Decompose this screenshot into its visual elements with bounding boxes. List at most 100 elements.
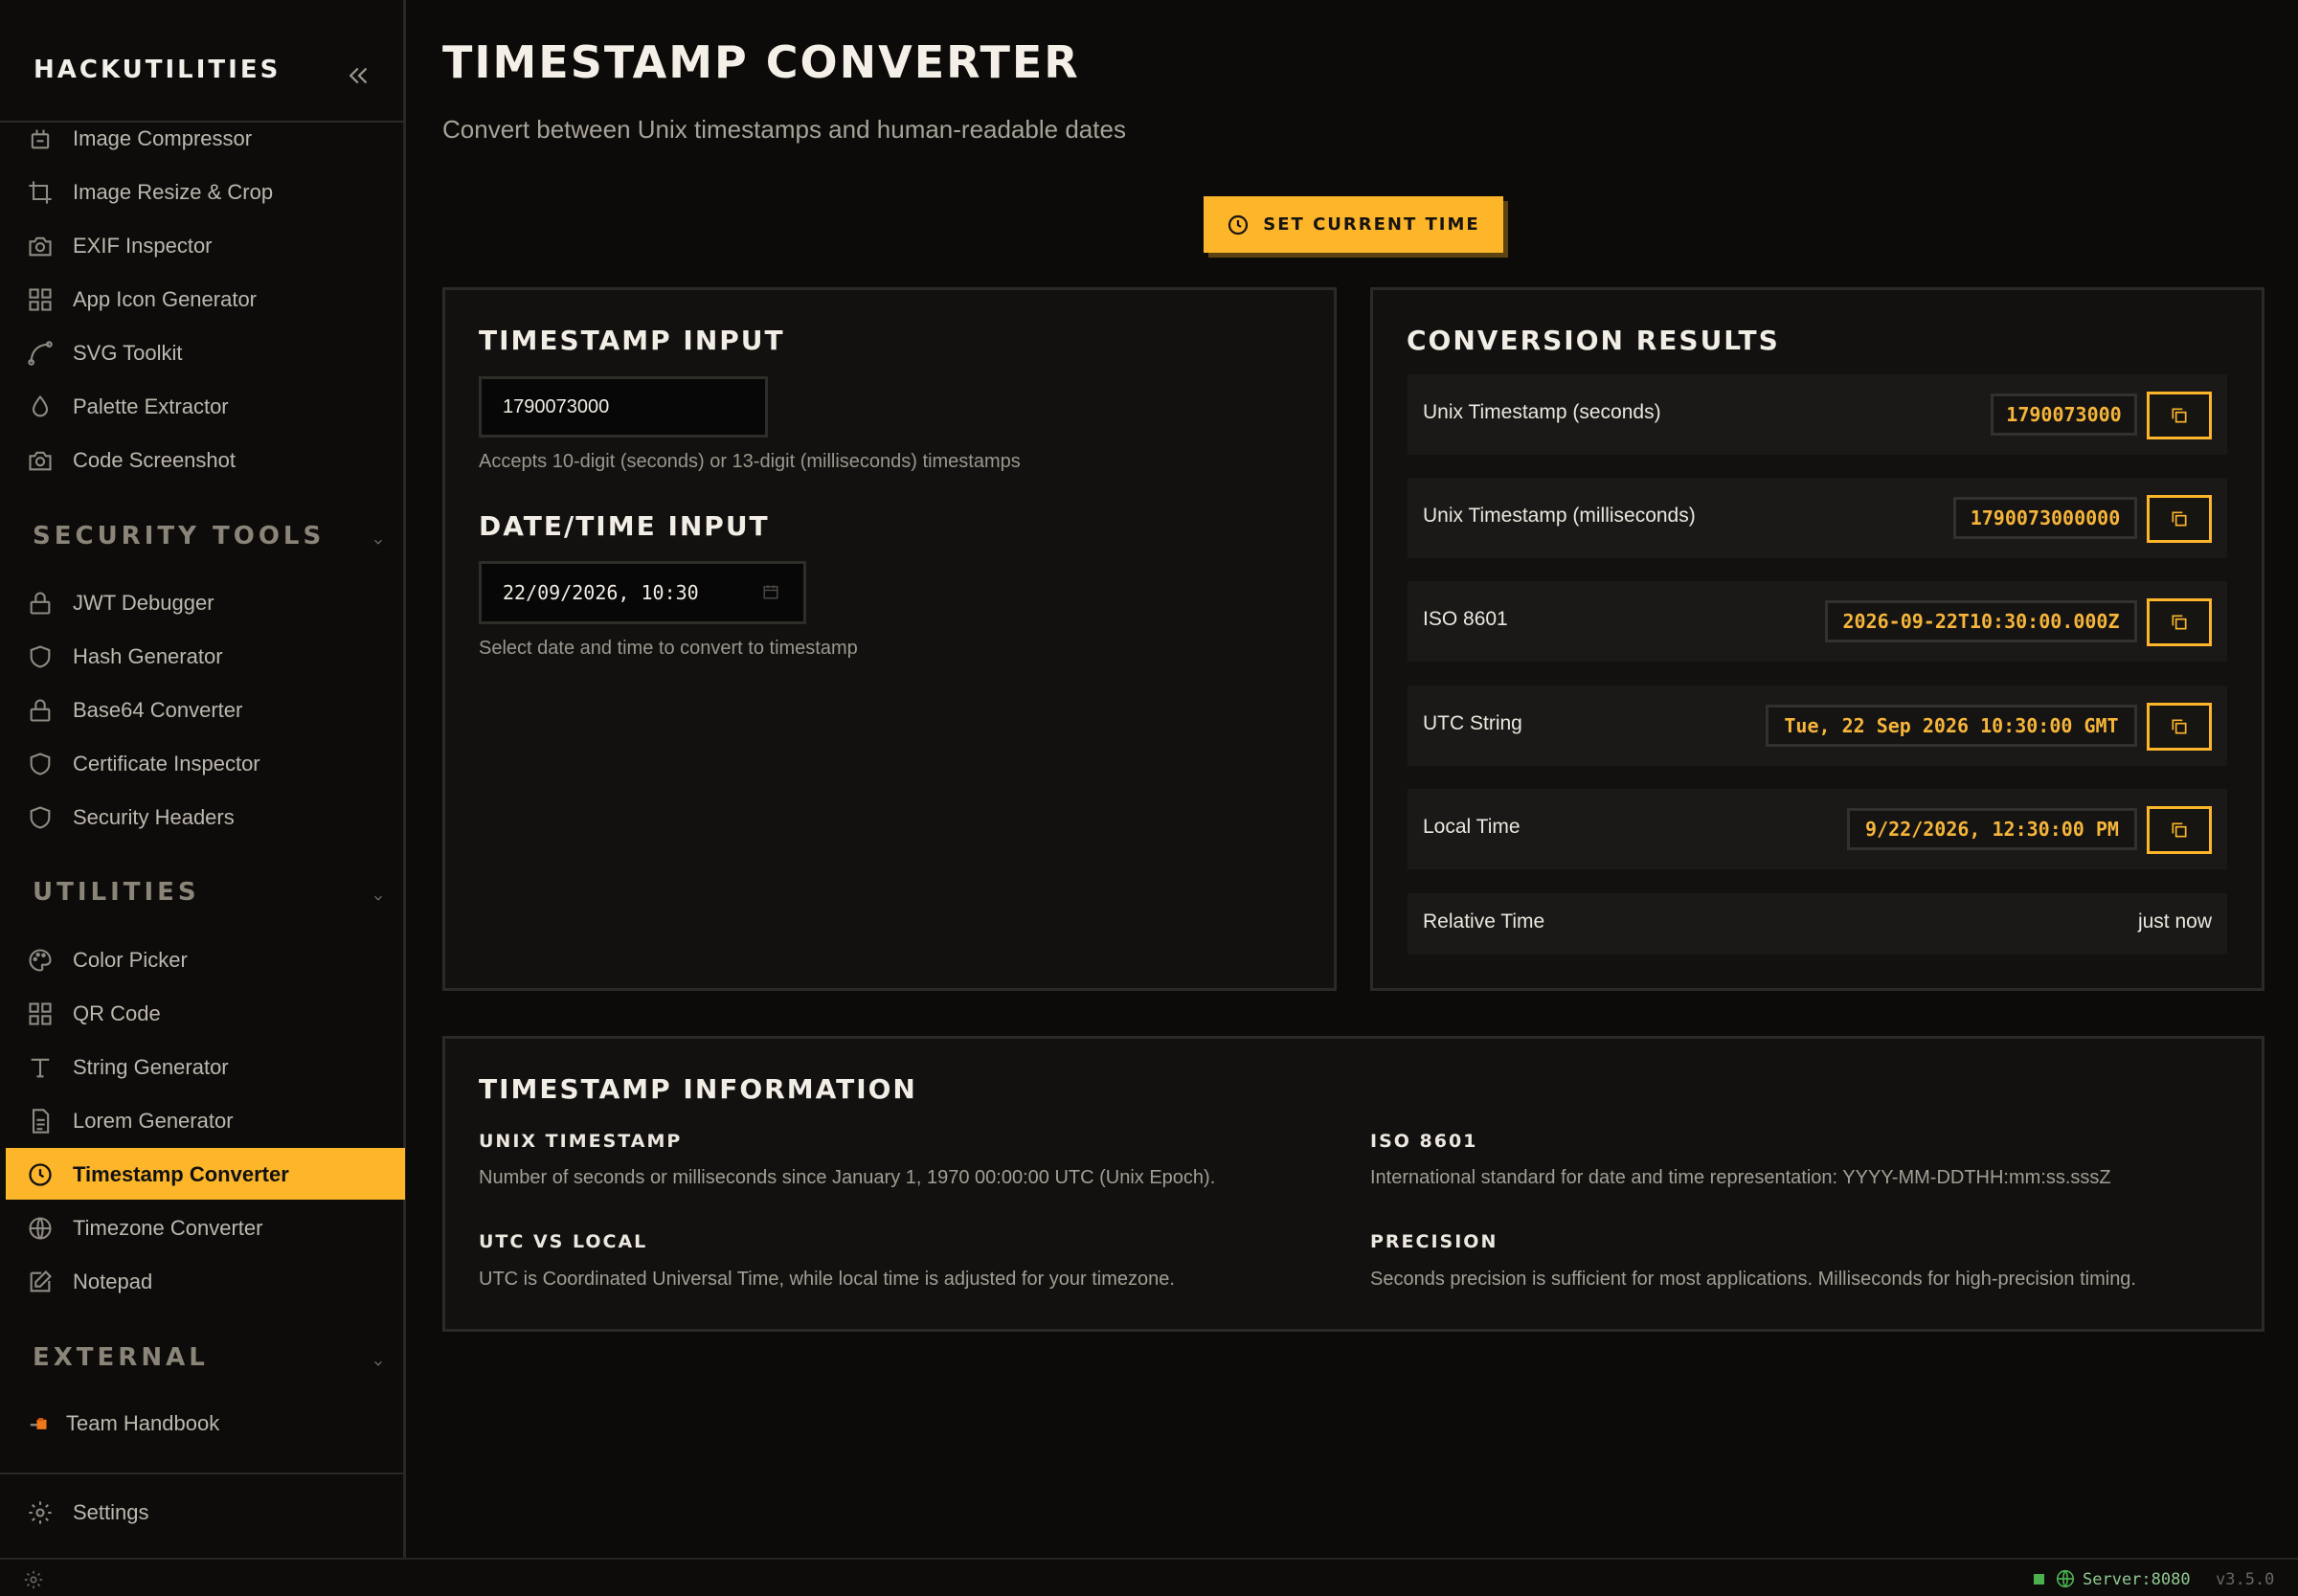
shield-icon (27, 751, 54, 777)
sidebar-item-image-resize-crop[interactable]: Image Resize & Crop (6, 166, 405, 217)
section-security-tools[interactable]: SECURITY TOOLS (33, 522, 387, 560)
sidebar-item-palette-extractor[interactable]: Palette Extractor (6, 380, 405, 432)
section-external[interactable]: EXTERNAL (33, 1343, 387, 1382)
sidebar-item-exif-inspector[interactable]: EXIF Inspector (6, 219, 405, 271)
sidebar-item-label: Lorem Generator (73, 1109, 234, 1133)
sidebar-item-timezone-converter[interactable]: Timezone Converter (6, 1202, 405, 1253)
sidebar-item-label: EXIF Inspector (73, 234, 213, 258)
sidebar-item-label: QR Code (73, 1001, 161, 1025)
timestamp-input-title: TIMESTAMP INPUT (479, 325, 785, 356)
result-value: Tue, 22 Sep 2026 10:30:00 GMT (1766, 705, 2137, 747)
sidebar-item-settings[interactable]: Settings (6, 1486, 405, 1538)
status-indicator (2034, 1574, 2044, 1585)
result-value: 9/22/2026, 12:30:00 PM (1847, 808, 2137, 850)
copy-button[interactable] (2147, 703, 2212, 751)
page-subtitle: Convert between Unix timestamps and huma… (442, 115, 1126, 144)
chevron-down-icon (370, 535, 387, 549)
palette-icon (27, 947, 54, 974)
sidebar-item-certificate-inspector[interactable]: Certificate Inspector (6, 737, 405, 789)
sidebar-item-notepad[interactable]: Notepad (6, 1255, 405, 1307)
timestamp-input[interactable]: 1790073000 (479, 376, 768, 438)
lock-icon (27, 697, 54, 724)
sidebar-item-label: Timezone Converter (73, 1216, 263, 1240)
handbook-icon (27, 1414, 54, 1441)
result-row: Local Time 9/22/2026, 12:30:00 PM (1408, 789, 2227, 869)
sidebar-item-label: Settings (73, 1500, 149, 1524)
sidebar-item-lorem-generator[interactable]: Lorem Generator (6, 1094, 405, 1146)
sidebar-item-label: Image Compressor (73, 126, 253, 150)
sidebar-item-label: Notepad (73, 1270, 153, 1293)
status-bar: Server:8080 v3.5.0 (0, 1558, 2298, 1596)
app-brand: HACKUTILITIES (34, 56, 282, 84)
result-label: Relative Time (1423, 910, 1545, 933)
sidebar-item-label: Image Resize & Crop (73, 180, 274, 204)
copy-button[interactable] (2147, 495, 2212, 543)
sidebar-item-base64-converter[interactable]: Base64 Converter (6, 684, 405, 735)
result-value: 2026-09-22T10:30:00.000Z (1825, 600, 2137, 642)
crop-icon (27, 179, 54, 206)
sidebar-item-label: Hash Generator (73, 644, 223, 668)
app-version: v3.5.0 (2216, 1570, 2275, 1589)
sidebar-item-jwt-debugger[interactable]: JWT Debugger (6, 576, 405, 628)
bezier-icon (27, 340, 54, 367)
lock-icon (27, 590, 54, 617)
compress-icon (27, 125, 54, 152)
info-heading: UTC VS LOCAL (479, 1231, 648, 1252)
datetime-input-title: DATE/TIME INPUT (479, 510, 770, 542)
sidebar-divider (0, 1472, 403, 1474)
copy-button[interactable] (2147, 598, 2212, 646)
server-status: Server:8080 (2083, 1570, 2191, 1589)
sidebar-item-hash-generator[interactable]: Hash Generator (6, 630, 405, 682)
result-row: UTC String Tue, 22 Sep 2026 10:30:00 GMT (1408, 686, 2227, 766)
globe-icon (27, 1215, 54, 1242)
calendar-icon[interactable] (762, 583, 779, 600)
info-text: Seconds precision is sufficient for most… (1370, 1269, 2136, 1290)
section-title: SECURITY TOOLS (33, 522, 326, 551)
section-utilities[interactable]: UTILITIES (33, 878, 387, 916)
info-text: Number of seconds or milliseconds since … (479, 1167, 1216, 1188)
collapse-sidebar-icon[interactable] (343, 61, 375, 90)
file-text-icon (27, 1108, 54, 1135)
droplet-icon (27, 393, 54, 420)
set-current-time-button[interactable]: SET CURRENT TIME (1204, 196, 1503, 253)
sidebar-item-svg-toolkit[interactable]: SVG Toolkit (6, 326, 405, 378)
sidebar-item-string-generator[interactable]: String Generator (6, 1041, 405, 1092)
info-panel: TIMESTAMP INFORMATION UNIX TIMESTAMP Num… (442, 1036, 2264, 1332)
sidebar-item-app-icon-generator[interactable]: App Icon Generator (6, 273, 405, 325)
datetime-input[interactable]: 22/09/2026, 10:30 (479, 561, 806, 624)
section-title: UTILITIES (33, 878, 200, 907)
page-title: TIMESTAMP CONVERTER (442, 36, 1080, 88)
shield-icon (27, 804, 54, 831)
grid-icon (27, 286, 54, 313)
sidebar-item-timestamp-converter[interactable]: Timestamp Converter (6, 1148, 405, 1200)
result-value: just now (2137, 910, 2212, 933)
sidebar: HACKUTILITIES Image Compressor Image Res… (0, 0, 406, 1558)
sidebar-item-security-headers[interactable]: Security Headers (6, 791, 405, 843)
sidebar-item-label: Palette Extractor (73, 394, 229, 418)
camera-icon (27, 233, 54, 259)
copy-button[interactable] (2147, 392, 2212, 439)
sidebar-item-label: String Generator (73, 1055, 229, 1079)
result-row: Unix Timestamp (milliseconds) 1790073000… (1408, 478, 2227, 558)
sidebar-item-team-handbook[interactable]: Team Handbook (6, 1397, 405, 1449)
info-heading: ISO 8601 (1370, 1131, 1478, 1152)
input-panel: TIMESTAMP INPUT 1790073000 Accepts 10-di… (442, 287, 1337, 991)
clock-icon (27, 1161, 54, 1188)
sidebar-item-image-compressor[interactable]: Image Compressor (6, 112, 405, 164)
result-label: Unix Timestamp (milliseconds) (1423, 505, 1696, 527)
sidebar-item-color-picker[interactable]: Color Picker (6, 933, 405, 985)
sidebar-item-qr-code[interactable]: QR Code (6, 987, 405, 1039)
chevron-down-icon (370, 891, 387, 905)
sidebar-item-label: Color Picker (73, 948, 188, 972)
copy-button[interactable] (2147, 806, 2212, 854)
sidebar-item-code-screenshot[interactable]: Code Screenshot (6, 434, 405, 485)
datetime-hint: Select date and time to convert to times… (479, 638, 858, 659)
gear-icon[interactable] (23, 1569, 44, 1590)
results-title: CONVERSION RESULTS (1407, 325, 1780, 356)
result-value: 1790073000 (1991, 393, 2137, 436)
result-label: Unix Timestamp (seconds) (1423, 401, 1661, 423)
sidebar-header: HACKUTILITIES (0, 0, 403, 123)
info-text: UTC is Coordinated Universal Time, while… (479, 1269, 1175, 1290)
sidebar-item-label: Timestamp Converter (73, 1162, 289, 1186)
info-text: International standard for date and time… (1370, 1167, 2111, 1188)
